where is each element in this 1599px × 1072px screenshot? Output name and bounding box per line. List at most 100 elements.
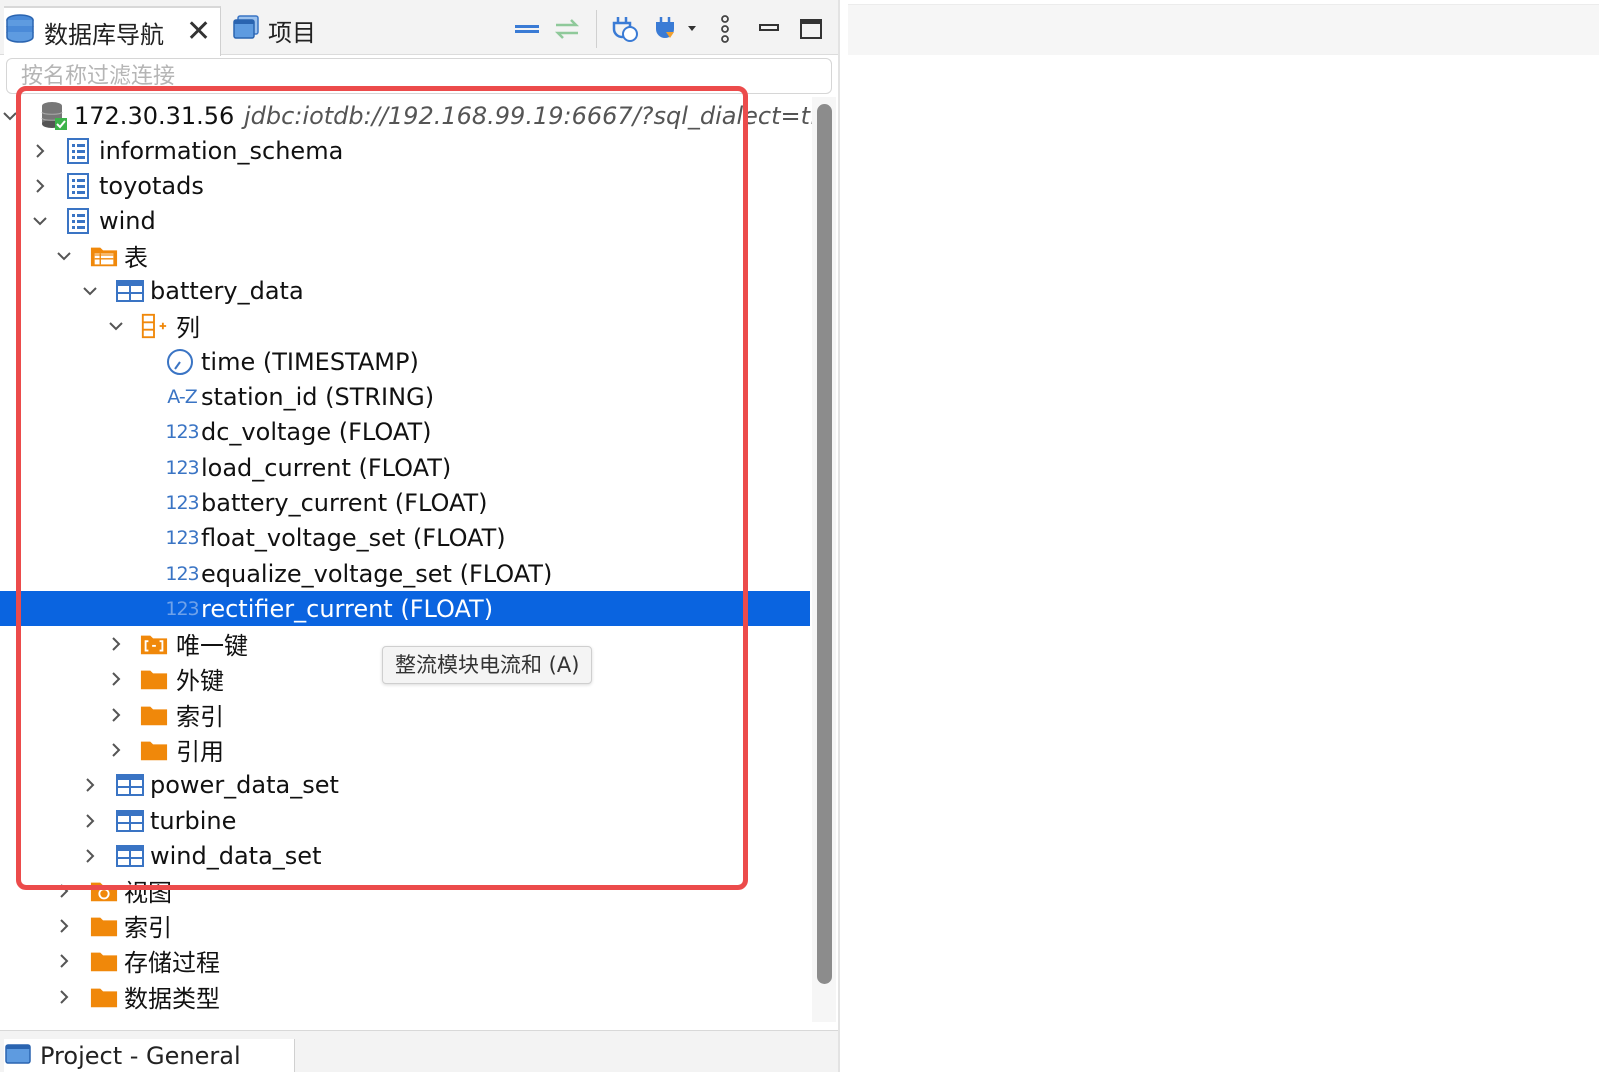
chevron-right-icon[interactable] [80,846,100,866]
string-type-icon-text: A-Z [167,385,197,408]
tree-column-row-selected[interactable]: 123 rectifier_current (FLOAT) [0,591,810,626]
chevron-down-icon[interactable] [0,106,20,126]
schema-label: information_schema [99,136,344,165]
folder-icon [90,912,118,940]
schema-icon [64,207,92,235]
tree-schema-row[interactable]: information_schema [0,133,810,168]
folder-label: 引用 [176,738,224,766]
tab-project-general[interactable]: Project - General [4,1039,295,1072]
chevron-right-icon[interactable] [54,951,74,971]
numeric-type-icon: 123 [164,595,200,623]
column-description-tooltip: 整流模块电流和 (A) [382,646,593,684]
folder-label: 唯一键 [176,632,248,660]
tree-table-row[interactable]: power_data_set [0,767,810,802]
tab-projects-label: 项目 [268,18,316,47]
navigator-tree: 172.30.31.56 jdbc:iotdb://192.168.99.19:… [0,97,812,1022]
chevron-down-icon[interactable] [106,316,126,336]
bottom-panel-tab-bar: Project - General [0,1030,838,1072]
chevron-down-icon[interactable] [80,281,100,301]
panel-tab-bar: 数据库导航 ✕ 项目 [0,0,838,56]
new-connection-icon[interactable] [606,12,642,46]
tree-folder-row[interactable]: 数据类型 [0,979,810,1014]
tree-column-row[interactable]: A-Z station_id (STRING) [0,379,810,414]
chevron-right-icon[interactable] [80,775,100,795]
tree-folder-row[interactable]: 存储过程 [0,943,810,978]
toolbar-separator [596,10,597,48]
folder-label: 视图 [124,879,172,907]
tree-folder-row[interactable]: 引用 [0,732,810,767]
schema-icon [64,172,92,200]
tree-columns-folder-row[interactable]: 列 [0,308,810,343]
table-icon [116,277,144,305]
tree-folder-row[interactable]: 视图 [0,873,810,908]
chevron-right-icon[interactable] [80,811,100,831]
chevron-right-icon[interactable] [106,740,126,760]
connection-url: jdbc:iotdb://192.168.99.19:6667/?sql_dia… [244,101,812,130]
tree-scrollbar-thumb[interactable] [817,104,832,984]
tables-folder-icon [90,242,118,270]
database-connected-icon [40,101,68,130]
numeric-type-icon-text: 123 [165,491,199,514]
tab-database-navigator-label: 数据库导航 [44,20,164,49]
numeric-type-icon: 123 [164,418,200,446]
folder-icon [140,701,168,729]
chevron-right-icon[interactable] [54,916,74,936]
tree-column-row[interactable]: 123 equalize_voltage_set (FLOAT) [0,556,810,591]
tree-connection-row[interactable]: 172.30.31.56 jdbc:iotdb://192.168.99.19:… [0,98,812,133]
tree-column-row[interactable]: 123 dc_voltage (FLOAT) [0,414,810,449]
folder-label: 外键 [176,667,224,695]
numeric-type-icon: 123 [164,560,200,588]
filter-connections-field[interactable] [6,58,832,94]
maximize-icon[interactable] [796,12,826,46]
folder-icon [140,665,168,693]
chevron-right-icon[interactable] [106,669,126,689]
tab-database-navigator[interactable]: 数据库导航 ✕ [4,6,221,56]
schema-icon [64,137,92,165]
connection-dropdown-icon[interactable] [650,12,700,46]
chevron-right-icon[interactable] [106,634,126,654]
column-label: battery_current (FLOAT) [201,488,488,517]
tree-table-row[interactable]: wind_data_set [0,838,810,873]
tab-projects[interactable]: 项目 [232,6,316,54]
folder-icon [90,983,118,1011]
tree-table-row[interactable]: turbine [0,803,810,838]
more-options-icon[interactable] [712,12,738,46]
tree-column-row[interactable]: 123 load_current (FLOAT) [0,450,810,485]
numeric-type-icon-text: 123 [165,597,199,620]
column-label: rectifier_current (FLOAT) [201,594,494,623]
unique-key-folder-icon [140,630,168,658]
close-icon[interactable]: ✕ [186,17,211,47]
collapse-all-icon[interactable] [510,12,544,46]
link-with-editor-icon[interactable] [550,12,584,46]
tree-folder-row[interactable]: 索引 [0,908,810,943]
chevron-right-icon[interactable] [54,987,74,1007]
database-stack-icon [4,14,36,50]
column-label: float_voltage_set (FLOAT) [201,523,506,552]
chevron-right-icon[interactable] [30,176,50,196]
tree-column-row[interactable]: 123 float_voltage_set (FLOAT) [0,520,810,555]
tree-table-row[interactable]: battery_data [0,273,810,308]
connection-name: 172.30.31.56 [74,101,235,130]
tree-column-row[interactable]: 123 battery_current (FLOAT) [0,485,810,520]
tree-schema-row[interactable]: wind [0,203,810,238]
chevron-down-icon[interactable] [54,246,74,266]
tree-tables-folder-row[interactable]: 表 [0,238,810,273]
schema-label: toyotads [99,171,204,200]
filter-connections-input[interactable] [19,59,803,93]
tree-folder-row[interactable]: 索引 [0,697,810,732]
column-label: station_id (STRING) [201,382,435,411]
views-folder-icon [90,877,118,905]
column-label: load_current (FLOAT) [201,453,452,482]
schema-label: wind [99,206,156,235]
string-type-icon: A-Z [166,383,198,411]
chevron-right-icon[interactable] [106,705,126,725]
tree-column-row[interactable]: time (TIMESTAMP) [0,344,810,379]
chevron-right-icon[interactable] [30,141,50,161]
app-window: 数据库导航 ✕ 项目 按名称过滤连接 172.30.31.56 jdbc:iot… [0,0,1599,1072]
chevron-down-icon[interactable] [30,211,50,231]
tree-schema-row[interactable]: toyotads [0,168,810,203]
numeric-type-icon-text: 123 [165,456,199,479]
minimize-icon[interactable] [754,12,784,46]
table-label: battery_data [150,276,304,305]
chevron-right-icon[interactable] [54,881,74,901]
